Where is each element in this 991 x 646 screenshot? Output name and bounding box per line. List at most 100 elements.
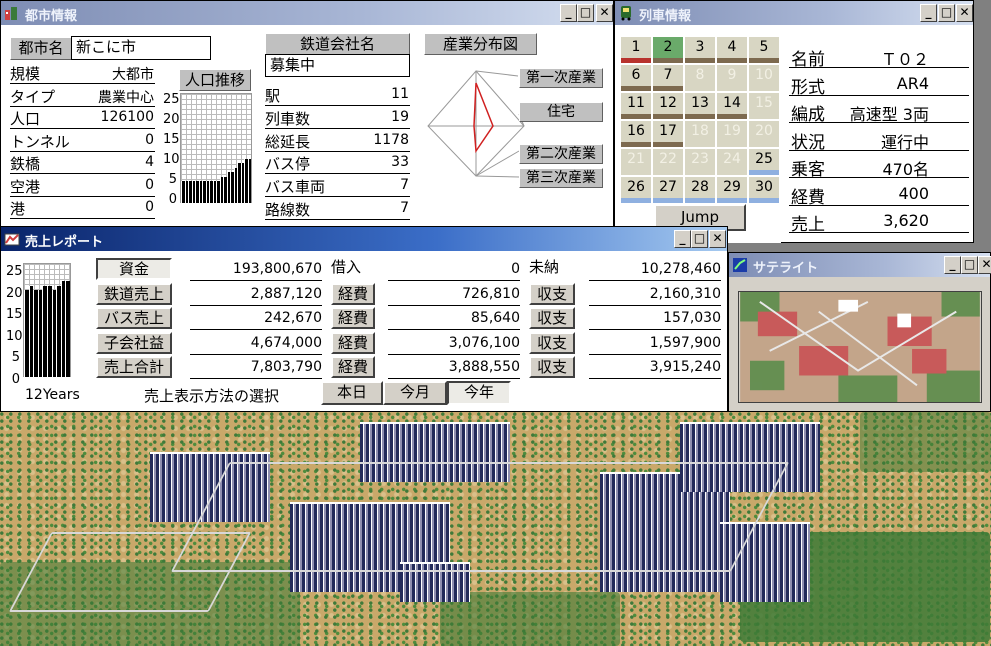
minimize-button[interactable]: _	[920, 4, 937, 22]
sales-row-value: 85,640	[471, 310, 520, 326]
sales-row-label[interactable]: 収支	[529, 331, 575, 354]
industry-chart-title[interactable]: 産業分布図	[424, 33, 537, 55]
row-underline	[388, 280, 520, 281]
sales-row-value: 7,803,790	[250, 359, 322, 375]
train-slot-bar	[685, 114, 715, 119]
train-slot[interactable]: 15	[749, 93, 779, 119]
close-button[interactable]: ✕	[596, 4, 613, 22]
train-slot[interactable]: 20	[749, 121, 779, 147]
row-underline	[789, 67, 969, 68]
window-title: サテライト	[753, 261, 819, 276]
sales-row-label[interactable]: 収支	[529, 356, 575, 378]
sales-row-label[interactable]: 子会社益	[96, 331, 172, 354]
row-underline	[10, 128, 155, 129]
company-stat-value: 7	[400, 177, 409, 194]
axis-tick-label: 0	[168, 192, 177, 207]
sales-row-label[interactable]: バス売上	[96, 307, 172, 329]
chart-bar	[65, 281, 70, 377]
city-info-titlebar[interactable]: 都市情報 _ □ ✕	[1, 1, 613, 25]
train-slot[interactable]: 21	[621, 149, 651, 175]
sales-row-label[interactable]: 収支	[529, 307, 575, 329]
train-slot-bar	[653, 114, 683, 119]
company-stat-label: バス停	[265, 155, 311, 174]
axis-tick-label: 25	[163, 92, 180, 107]
maximize-button[interactable]: □	[577, 4, 594, 22]
row-underline	[388, 329, 520, 330]
sales-row-label[interactable]: 経費	[331, 282, 375, 305]
train-info-titlebar[interactable]: 列車情報 _ □ ✕	[615, 1, 973, 25]
row-underline	[789, 232, 969, 233]
minimize-button[interactable]: _	[944, 256, 961, 274]
sales-row-label[interactable]: 資金	[96, 258, 172, 280]
axis-tick-label: 5	[11, 350, 20, 365]
close-button[interactable]: ✕	[956, 4, 973, 22]
industry-label-tertiary: 第三次産業	[519, 168, 603, 188]
city-name-field[interactable]: 新こに市	[71, 36, 211, 60]
sales-row-label: 借入	[331, 258, 362, 276]
close-button[interactable]: ✕	[978, 256, 991, 274]
sales-row-label[interactable]: 経費	[331, 331, 375, 354]
row-underline	[265, 173, 410, 175]
satellite-minimap[interactable]	[738, 291, 982, 403]
sales-row-value: 2,887,120	[250, 285, 322, 302]
axis-tick-label: 20	[6, 285, 23, 301]
satellite-window: サテライト _ □ ✕	[728, 252, 991, 412]
train-slot[interactable]: 10	[749, 65, 779, 91]
train-slot[interactable]: 24	[717, 149, 747, 175]
company-name-field[interactable]: 募集中	[265, 54, 410, 77]
company-stat-label: バス車両	[265, 178, 326, 197]
satellite-titlebar[interactable]: サテライト _ □ ✕	[729, 253, 991, 277]
report-icon	[4, 233, 20, 246]
maximize-button[interactable]: □	[938, 4, 955, 22]
train-slot[interactable]: 22	[653, 149, 683, 175]
sales-report-titlebar[interactable]: 売上レポート _ □ ✕	[1, 227, 727, 251]
row-underline	[388, 353, 520, 355]
train-slot[interactable]: 19	[717, 121, 747, 147]
row-underline	[265, 196, 410, 198]
row-underline	[388, 304, 520, 306]
train-slot-bar	[621, 142, 651, 147]
maximize-button[interactable]: □	[961, 256, 978, 274]
train-info-window: 列車情報 _ □ ✕ 1 2 3 4 5 6 7 8 9 10 11 12 13 14 15 16 17 18 19…	[614, 0, 974, 243]
population-chart-title: 人口推移	[179, 69, 251, 91]
city-stat-label: 規模	[10, 65, 41, 83]
sales-row-value: 3,888,550	[448, 359, 520, 375]
sales-row-label[interactable]: 収支	[529, 282, 575, 305]
sales-row-value: 0	[511, 261, 520, 277]
minimize-button[interactable]: _	[560, 4, 577, 22]
tab-this-year[interactable]: 今年	[447, 381, 511, 405]
maximize-button[interactable]: □	[691, 230, 708, 248]
row-underline	[265, 150, 410, 152]
city-map-view[interactable]	[0, 412, 991, 646]
sales-row-label[interactable]: 経費	[331, 307, 375, 329]
train-slot[interactable]: 23	[685, 149, 715, 175]
row-underline	[10, 195, 155, 197]
city-stat-value: 0	[145, 131, 154, 148]
train-detail-value: 3,620	[883, 211, 929, 230]
tab-today[interactable]: 本日	[321, 381, 383, 405]
sales-row-label[interactable]: 鉄道売上	[96, 282, 172, 305]
train-slot-bar	[717, 114, 747, 119]
axis-tick-label: 15	[6, 307, 23, 322]
sales-row-label[interactable]: 経費	[331, 356, 375, 378]
sales-row-value: 242,670	[264, 310, 322, 326]
train-detail-value: AR4	[896, 73, 929, 93]
row-underline	[190, 329, 322, 330]
sales-row-label[interactable]: 売上合計	[96, 356, 172, 378]
city-name-label: 都市名	[10, 37, 72, 60]
close-button[interactable]: ✕	[709, 230, 726, 248]
industry-label-residential: 住宅	[519, 102, 603, 122]
train-slot[interactable]: 9	[717, 65, 747, 91]
population-bars	[181, 93, 251, 203]
tab-this-month[interactable]: 今月	[383, 381, 447, 405]
minimize-button[interactable]: _	[674, 230, 691, 248]
industry-label-secondary: 第二次産業	[519, 144, 603, 164]
row-underline	[265, 219, 410, 220]
train-slot[interactable]: 8	[685, 65, 715, 91]
sales-row-value: 1,597,900	[649, 334, 721, 351]
train-slot-bar	[621, 114, 651, 119]
train-slot[interactable]: 18	[685, 121, 715, 147]
company-stat-value: 7	[400, 200, 409, 216]
axis-tick-label: 0	[11, 371, 20, 387]
axis-tick-label: 10	[6, 328, 23, 344]
